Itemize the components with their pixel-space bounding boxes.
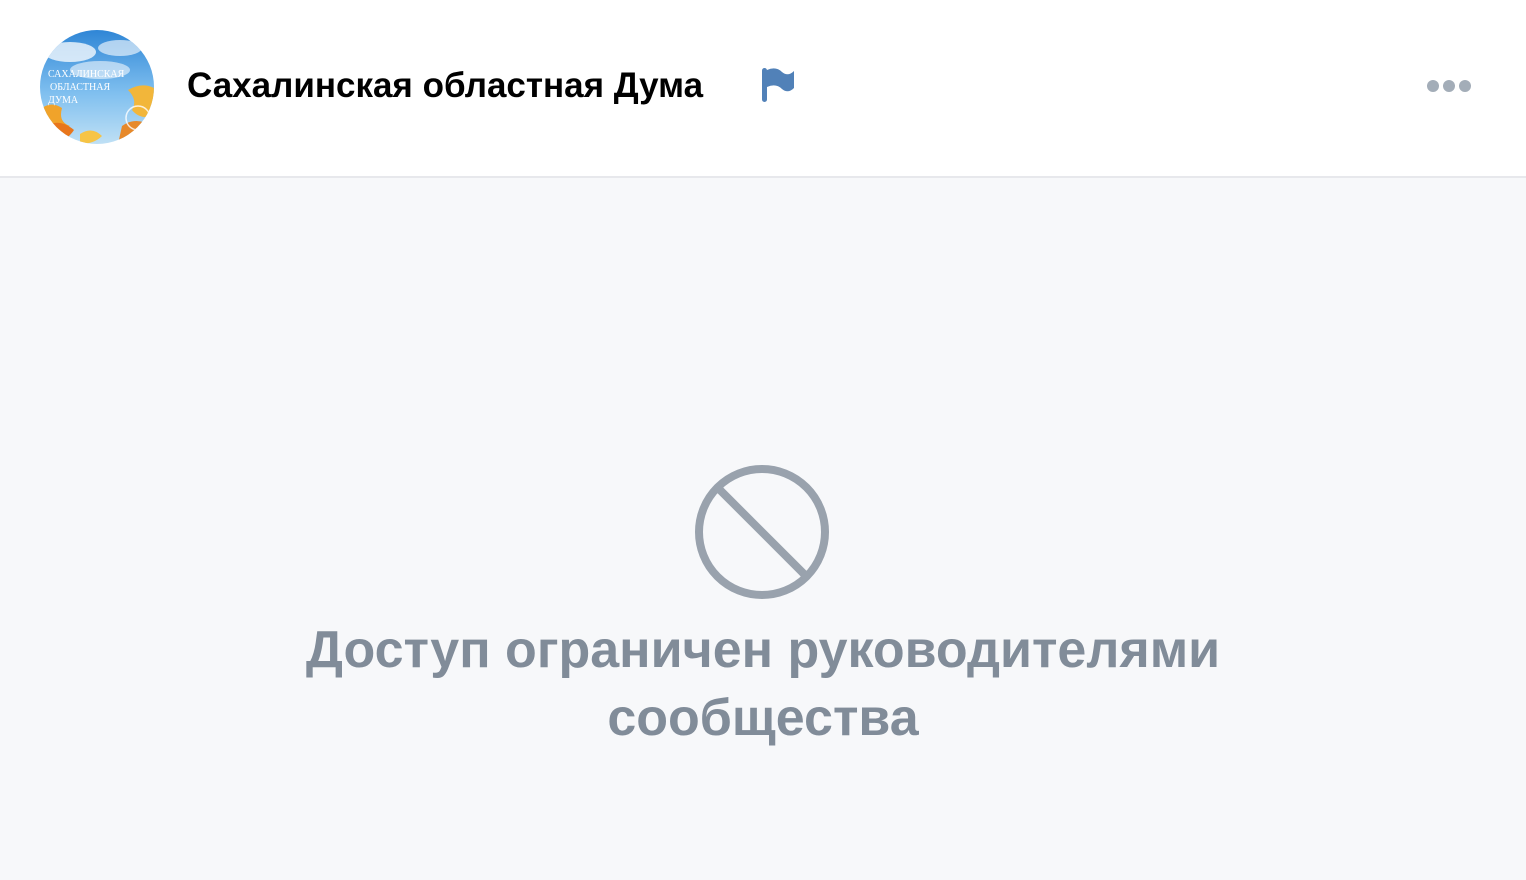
group-header: САХАЛИНСКАЯ ОБЛАСТНАЯ ДУМА Сахалинская о… [0, 0, 1526, 178]
group-name[interactable]: Сахалинская областная Дума [187, 62, 703, 110]
avatar-logo-text: ДУМА [48, 95, 79, 106]
access-restricted-placeholder: Доступ ограничен руководителями сообщест… [0, 178, 1526, 880]
avatar-logo-text: ОБЛАСТНАЯ [50, 82, 110, 93]
more-actions-button[interactable] [1418, 68, 1480, 104]
avatar-image: САХАЛИНСКАЯ ОБЛАСТНАЯ ДУМА [40, 30, 154, 144]
flag-icon [760, 66, 796, 104]
avatar-logo-text: САХАЛИНСКАЯ [48, 69, 125, 80]
group-avatar[interactable]: САХАЛИНСКАЯ ОБЛАСТНАЯ ДУМА [40, 30, 154, 144]
blocked-icon [692, 462, 832, 602]
more-horizontal-icon [1427, 80, 1471, 92]
access-restricted-message: Доступ ограничен руководителями сообщест… [305, 621, 1221, 747]
